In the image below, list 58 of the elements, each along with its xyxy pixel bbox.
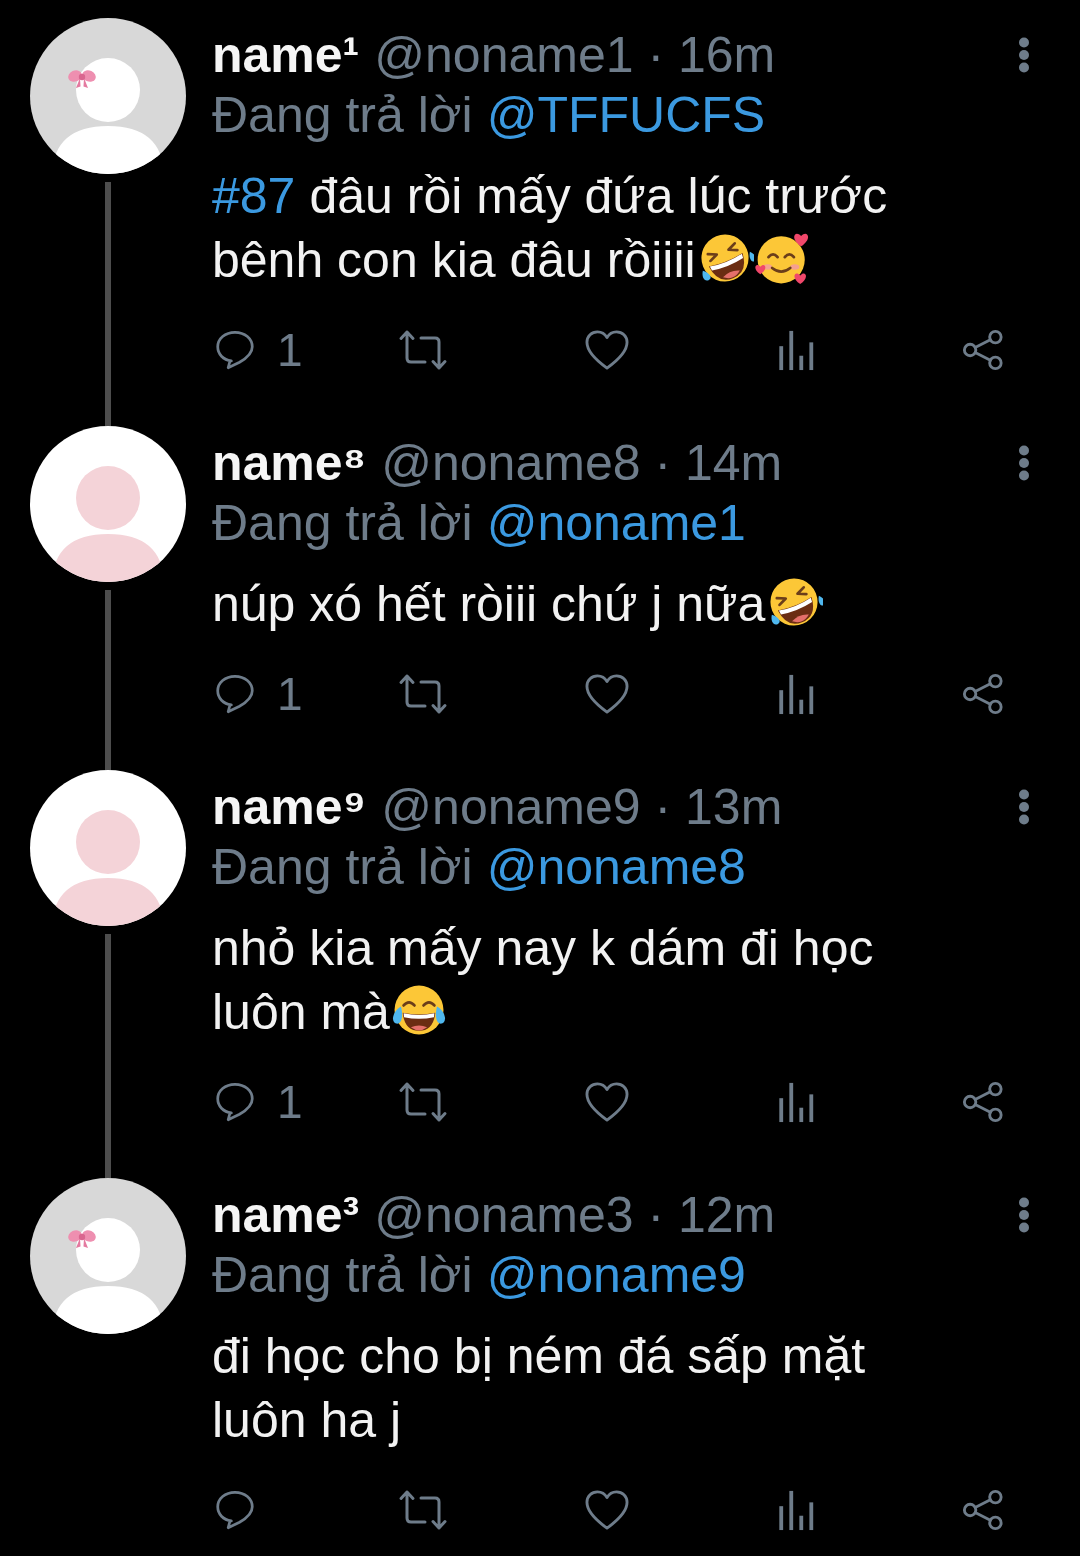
more-options-icon[interactable] <box>1018 789 1030 825</box>
speech-bubble-icon[interactable] <box>215 1489 255 1531</box>
more-options-icon[interactable] <box>1018 445 1030 481</box>
bar-chart-icon[interactable] <box>778 1489 815 1531</box>
heart-icon[interactable] <box>584 329 630 371</box>
tweet-text: #87 đâu rồi mấy đứa lúc trước bênh con kia đâu rồiiii <box>212 167 889 290</box>
bar-chart-icon[interactable] <box>778 673 815 715</box>
speech-bubble-icon[interactable] <box>215 329 255 371</box>
mention-link[interactable]: @noname8 <box>486 839 746 895</box>
reply-count: 1 <box>277 1077 303 1127</box>
silhouette-head <box>76 58 140 122</box>
tweet-text: đi học cho bị ném đá sấp mặt luôn ha j <box>212 1327 867 1450</box>
repeat-arrows-icon[interactable] <box>398 1080 448 1124</box>
mention-link[interactable]: @noname9 <box>486 1247 746 1303</box>
replying-to-label: Đang trả lời <box>212 87 473 143</box>
heart-icon[interactable] <box>584 673 630 715</box>
more-options-icon[interactable] <box>1018 37 1030 73</box>
silhouette-head <box>76 1218 140 1282</box>
share-icon[interactable] <box>962 329 1004 371</box>
avatar-silhouette[interactable] <box>30 770 186 926</box>
reply-count: 1 <box>277 669 303 719</box>
share-icon[interactable] <box>962 673 1004 715</box>
bar-chart-icon[interactable] <box>778 1081 815 1123</box>
replying-to-label: Đang trả lời <box>212 839 473 895</box>
speech-bubble-icon[interactable] <box>215 1081 255 1123</box>
reply-count: 1 <box>277 325 303 375</box>
hashtag-link[interactable]: #87 <box>212 168 296 224</box>
speech-bubble-icon[interactable] <box>215 673 255 715</box>
mention-link[interactable]: @noname1 <box>486 495 746 551</box>
repeat-arrows-icon[interactable] <box>398 328 448 372</box>
repeat-arrows-icon[interactable] <box>398 672 448 716</box>
bar-chart-icon[interactable] <box>778 329 815 371</box>
avatar-silhouette[interactable] <box>30 1178 186 1334</box>
bow-icon <box>68 70 96 88</box>
author-name[interactable]: name⁹ <box>212 779 367 835</box>
heart-icon[interactable] <box>584 1081 630 1123</box>
replying-to-label: Đang trả lời <box>212 495 473 551</box>
handle-and-time: @noname8 · 14m <box>381 435 783 491</box>
more-options-icon[interactable] <box>1018 1197 1030 1233</box>
heart-icon[interactable] <box>584 1489 630 1531</box>
bow-icon <box>68 1230 96 1248</box>
avatar-silhouette[interactable] <box>30 18 186 174</box>
author-name[interactable]: name⁸ <box>212 435 367 491</box>
repeat-arrows-icon[interactable] <box>398 1488 448 1532</box>
author-name[interactable]: name³ <box>212 1187 360 1243</box>
silhouette-head <box>76 810 140 874</box>
share-icon[interactable] <box>962 1081 1004 1123</box>
silhouette-head <box>76 466 140 530</box>
mention-link[interactable]: @TFFUCFS <box>486 87 766 143</box>
handle-and-time: @noname3 · 12m <box>374 1187 776 1243</box>
replying-to-label: Đang trả lời <box>212 1247 473 1303</box>
avatar-silhouette[interactable] <box>30 426 186 582</box>
author-name[interactable]: name¹ <box>212 27 360 83</box>
tweet-text: nhỏ kia mấy nay k dám đi học luôn mà <box>212 919 875 1042</box>
tweet-text: núp xó hết ròiii chứ j nữa <box>212 572 952 636</box>
handle-and-time: @noname1 · 16m <box>374 27 776 83</box>
handle-and-time: @noname9 · 13m <box>381 779 783 835</box>
share-icon[interactable] <box>962 1489 1004 1531</box>
